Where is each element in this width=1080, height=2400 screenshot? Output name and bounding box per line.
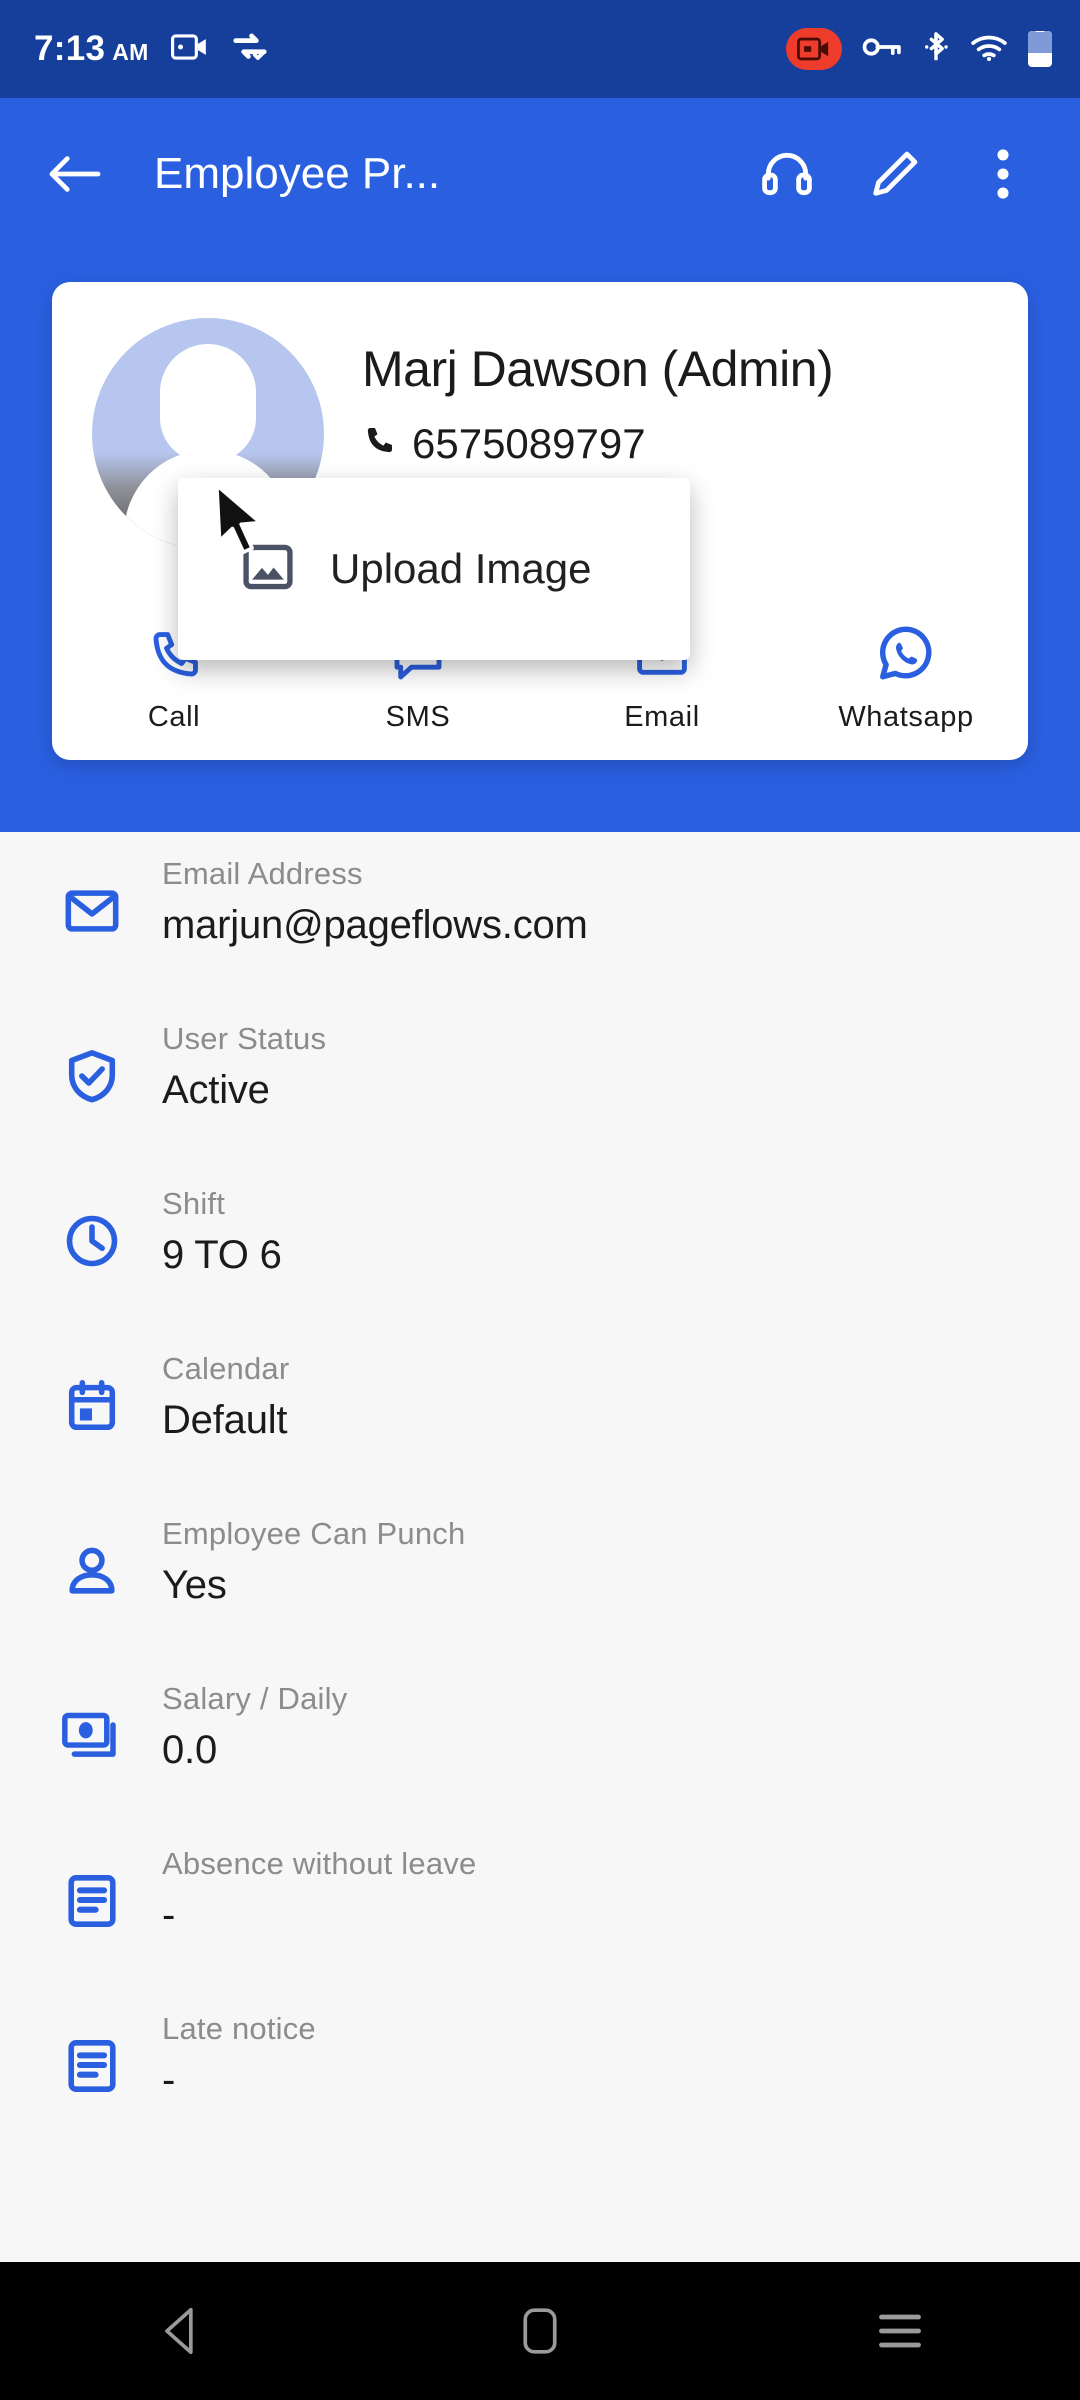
article-icon bbox=[56, 2011, 128, 2095]
status-bar-left: 7:13 AM bbox=[34, 29, 269, 69]
page-title: Employee Pr... bbox=[154, 149, 441, 198]
nav-recents-icon[interactable] bbox=[830, 2281, 970, 2381]
action-call-label: Call bbox=[147, 701, 201, 733]
profile-name: Marj Dawson (Admin) bbox=[362, 341, 834, 397]
screen-record-badge-icon bbox=[786, 28, 842, 70]
mouse-cursor bbox=[210, 482, 274, 571]
bluetooth-icon bbox=[922, 30, 950, 69]
detail-label: Late notice bbox=[162, 2011, 316, 2046]
nav-back-icon[interactable] bbox=[110, 2281, 250, 2381]
detail-row-calendar: Calendar Default bbox=[56, 1351, 1080, 1516]
upload-image-menu-item-label: Upload Image bbox=[330, 545, 592, 592]
detail-text: User Status Active bbox=[128, 1021, 326, 1113]
detail-value: - bbox=[162, 2058, 176, 2102]
money-icon bbox=[56, 1681, 128, 1765]
vpn-key-icon bbox=[862, 34, 902, 65]
status-bar-right bbox=[786, 28, 1052, 70]
detail-value: Yes bbox=[162, 1563, 227, 1607]
detail-value: Default bbox=[162, 1398, 288, 1442]
clock-ampm: AM bbox=[112, 39, 149, 65]
whatsapp-icon bbox=[875, 622, 937, 689]
calendar-icon bbox=[56, 1351, 128, 1435]
action-whatsapp-label: Whatsapp bbox=[838, 701, 974, 733]
employee-details-list: Email Address marjun@pageflows.com User … bbox=[0, 856, 1080, 2176]
phone-screen: 7:13 AM Employee Pr... Marj Dawson (Admi… bbox=[0, 0, 1080, 2400]
detail-value: - bbox=[162, 1893, 176, 1937]
detail-value: 9 TO 6 bbox=[162, 1233, 282, 1277]
action-sms-label: SMS bbox=[385, 701, 451, 733]
article-icon bbox=[56, 1846, 128, 1930]
envelope-icon bbox=[56, 856, 128, 940]
nav-home-icon[interactable] bbox=[470, 2281, 610, 2381]
back-arrow-icon[interactable] bbox=[44, 143, 106, 205]
detail-row-user-status: User Status Active bbox=[56, 1021, 1080, 1186]
detail-row-shift: Shift 9 TO 6 bbox=[56, 1186, 1080, 1351]
detail-row-late-notice: Late notice - bbox=[56, 2011, 1080, 2176]
avatar-head bbox=[160, 344, 256, 462]
detail-value: marjun@pageflows.com bbox=[162, 903, 588, 947]
detail-row-employee-can-punch: Employee Can Punch Yes bbox=[56, 1516, 1080, 1681]
edit-pencil-icon[interactable] bbox=[864, 143, 926, 205]
detail-row-email-address: Email Address marjun@pageflows.com bbox=[56, 856, 1080, 1021]
detail-label: Salary / Daily bbox=[162, 1681, 348, 1716]
profile-phone-row: 6575089797 bbox=[362, 420, 833, 468]
detail-label: Shift bbox=[162, 1186, 226, 1221]
app-bar: Employee Pr... bbox=[0, 98, 1080, 250]
detail-text: Shift 9 TO 6 bbox=[128, 1186, 282, 1278]
detail-value: 0.0 bbox=[162, 1728, 218, 1772]
detail-value: Active bbox=[162, 1068, 270, 1112]
detail-row-absence-without-leave: Absence without leave - bbox=[56, 1846, 1080, 2011]
detail-text: Email Address marjun@pageflows.com bbox=[128, 856, 588, 948]
battery-icon bbox=[1028, 31, 1052, 67]
status-bar: 7:13 AM bbox=[0, 0, 1080, 98]
detail-label: Email Address bbox=[162, 856, 363, 891]
phone-icon bbox=[362, 420, 396, 468]
detail-text: Absence without leave - bbox=[128, 1846, 476, 1938]
wifi-icon bbox=[970, 32, 1008, 67]
app-bar-actions bbox=[756, 143, 1052, 205]
detail-row-salary-daily: Salary / Daily 0.0 bbox=[56, 1681, 1080, 1846]
detail-label: Calendar bbox=[162, 1351, 290, 1386]
headset-support-icon[interactable] bbox=[756, 143, 818, 205]
detail-label: User Status bbox=[162, 1021, 327, 1056]
detail-text: Employee Can Punch Yes bbox=[128, 1516, 465, 1608]
system-navigation-bar bbox=[0, 2262, 1080, 2400]
detail-label: Employee Can Punch bbox=[162, 1516, 466, 1551]
clock-time: 7:13 bbox=[34, 29, 106, 68]
person-icon bbox=[56, 1516, 128, 1600]
clock-icon bbox=[56, 1186, 128, 1270]
profile-phone: 6575089797 bbox=[412, 420, 646, 467]
detail-label: Absence without leave bbox=[162, 1846, 477, 1881]
overflow-menu-icon[interactable] bbox=[972, 143, 1034, 205]
action-whatsapp[interactable]: Whatsapp bbox=[784, 622, 1028, 734]
status-bar-clock: 7:13 AM bbox=[34, 29, 149, 69]
detail-text: Calendar Default bbox=[128, 1351, 289, 1443]
screen-record-icon bbox=[170, 32, 209, 67]
detail-text: Late notice - bbox=[128, 2011, 316, 2103]
action-email-label: Email bbox=[624, 701, 700, 733]
detail-text: Salary / Daily 0.0 bbox=[128, 1681, 347, 1773]
shield-check-icon bbox=[56, 1021, 128, 1105]
sync-transfer-icon bbox=[231, 31, 269, 68]
